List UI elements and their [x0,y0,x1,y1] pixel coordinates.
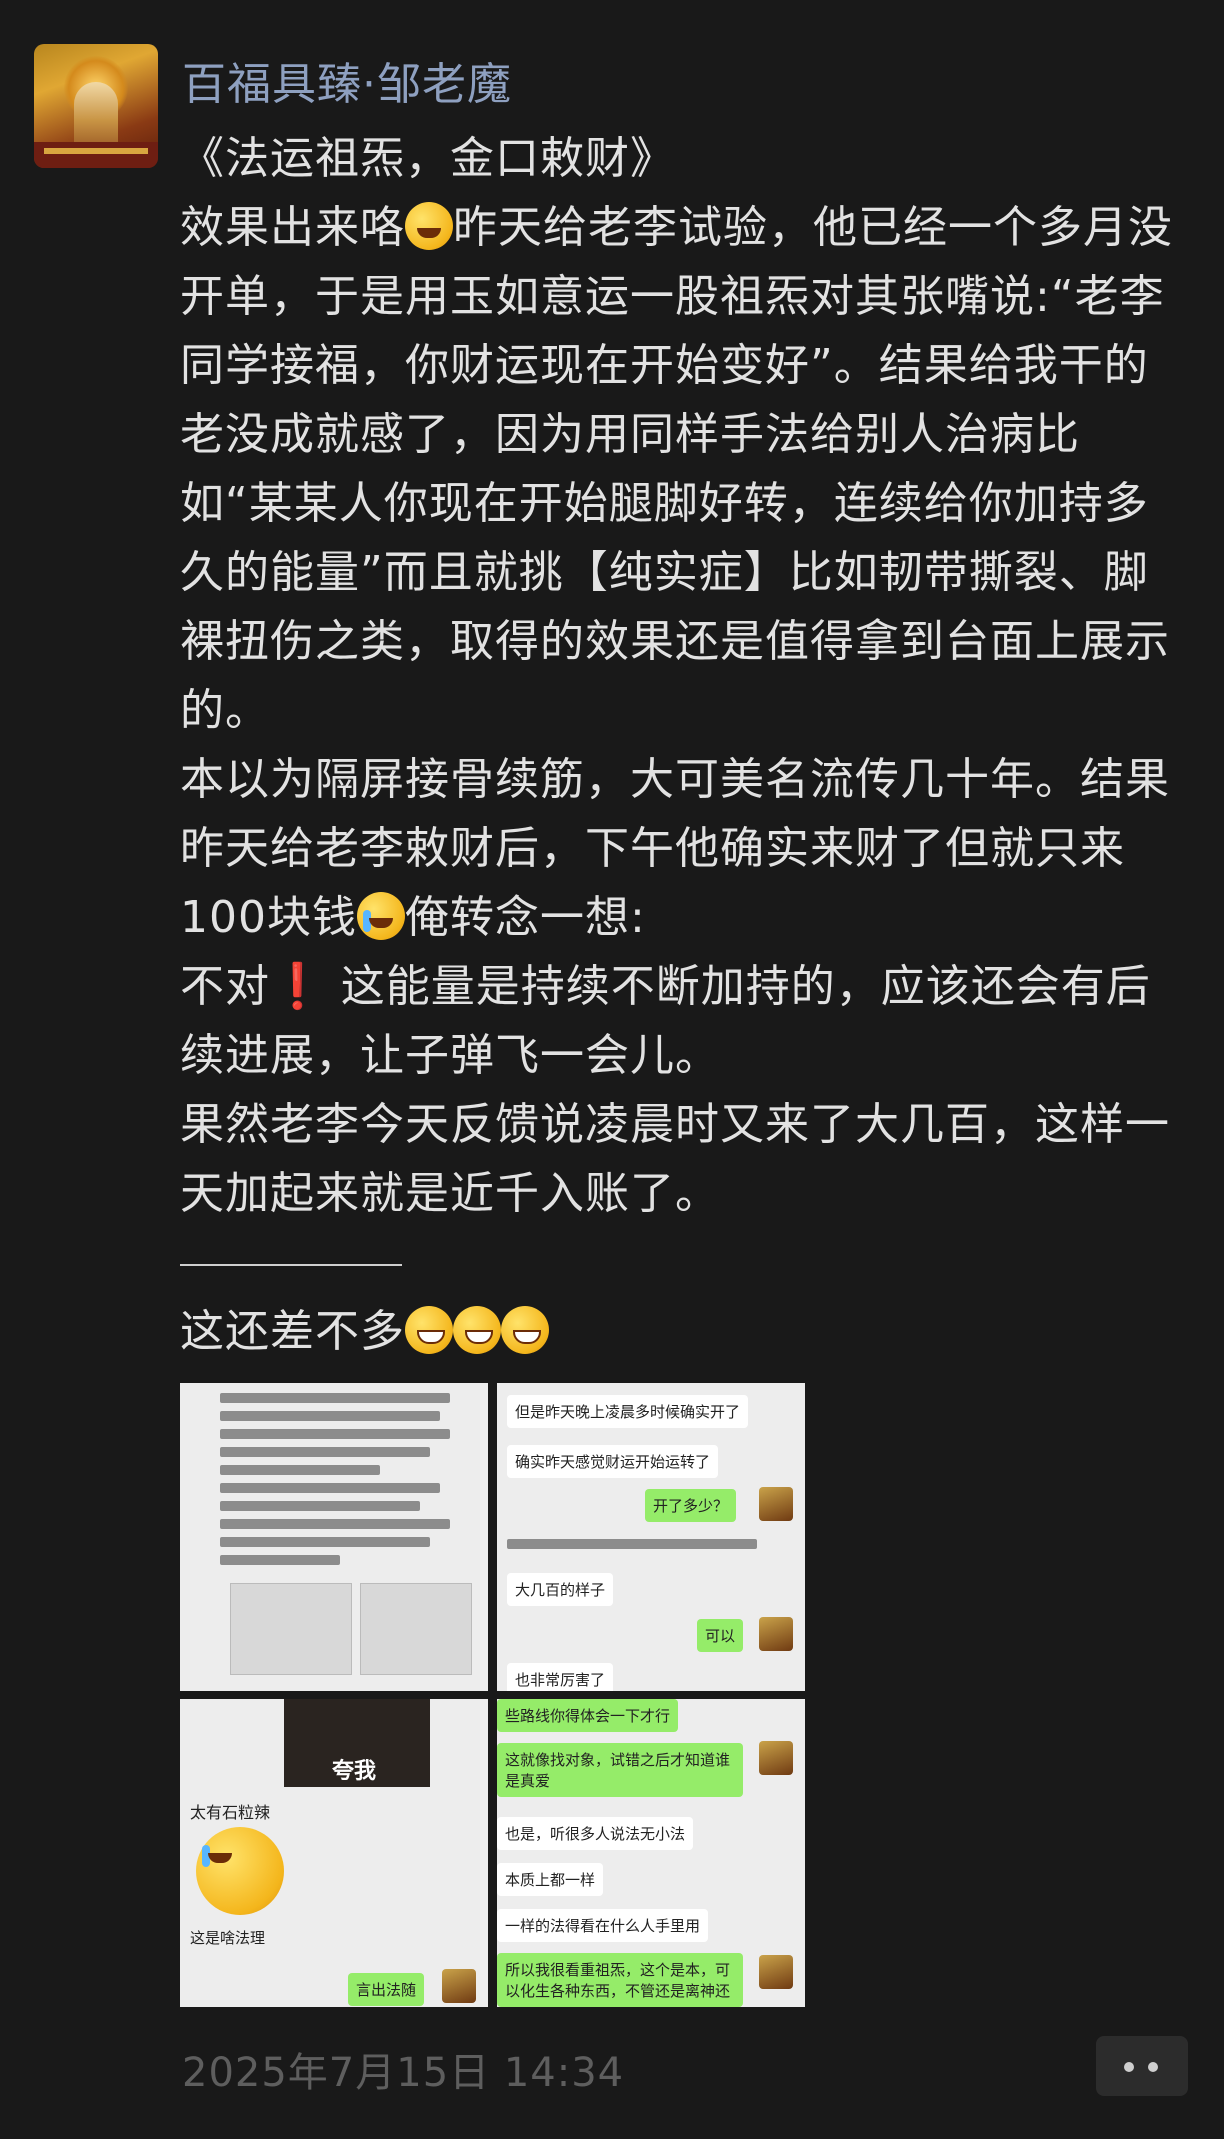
chat-avatar [759,1741,793,1775]
post-paragraph: 效果出来咯 昨天给老李试验，他已经一个多月没开单，于是用玉如意运一股祖炁对其张嘴说… [180,202,1173,736]
post-body: 《法运祖炁，金口敕财》 效果出来咯 昨天给老李试验，他已经一个多月没开单，于是用玉… [180,124,1190,1366]
image-thumbnail[interactable] [180,1383,488,1691]
crying-emoji-icon [196,1827,284,1915]
post-paragraph: 本以为隔屏接骨续筋，大可美名流传几十年。结果昨天给老李敕财后，下午他确实来财了但… [180,754,1170,943]
image-thumbnail[interactable]: 夸我 太有石粒辣 这是啥法理 言出法随 [180,1699,488,2007]
dot-icon [1148,2062,1158,2072]
image-thumbnail[interactable]: 但是昨天晚上凌晨多时候确实开了 确实昨天感觉财运开始运转了 开了多少？ 大几百的… [497,1383,805,1691]
grin-emoji-icon [501,1306,549,1354]
nested-screenshot [360,1583,472,1675]
post-paragraph: 果然老李今天反馈说凌晨时又来了大几百，这样一天加起来就是近千入账了。 [180,1099,1170,1219]
grin-emoji-icon [453,1306,501,1354]
post-timestamp: 2025年7月15日 14:34 [182,2050,625,2096]
post-paragraph: 不对❗ 这能量是持续不断加持的，应该还会有后续进展，让子弹飞一会儿。 [180,961,1151,1081]
more-options-button[interactable] [1096,2036,1188,2096]
chat-avatar [759,1955,793,1989]
author-avatar[interactable] [34,44,158,168]
chat-avatar [442,1969,476,2003]
avatar-altar [34,142,158,168]
image-grid: 但是昨天晚上凌晨多时候确实开了 确实昨天感觉财运开始运转了 开了多少？ 大几百的… [180,1383,805,2007]
nested-screenshot [230,1583,352,1675]
meme-photo: 夸我 [284,1699,430,1787]
dot-icon [1124,2062,1134,2072]
crying-emoji-icon [356,892,405,940]
chat-avatar [759,1617,793,1651]
post-title: 《法运祖炁，金口敕财》 [180,133,675,184]
laughing-crying-emoji-icon [405,202,453,250]
author-name[interactable]: 百福具臻·邹老魔 [182,48,512,112]
chat-avatar [759,1487,793,1521]
exclamation-icon: ❗ [270,961,326,1012]
post-divider [180,1228,1190,1297]
post-paragraph: 这还差不多 [180,1297,1190,1366]
grin-emoji-icon [405,1306,453,1354]
image-thumbnail[interactable]: 些路线你得体会一下才行 这就像找对象，试错之后才知道谁是真爱 也是，听很多人说法… [497,1699,805,2007]
